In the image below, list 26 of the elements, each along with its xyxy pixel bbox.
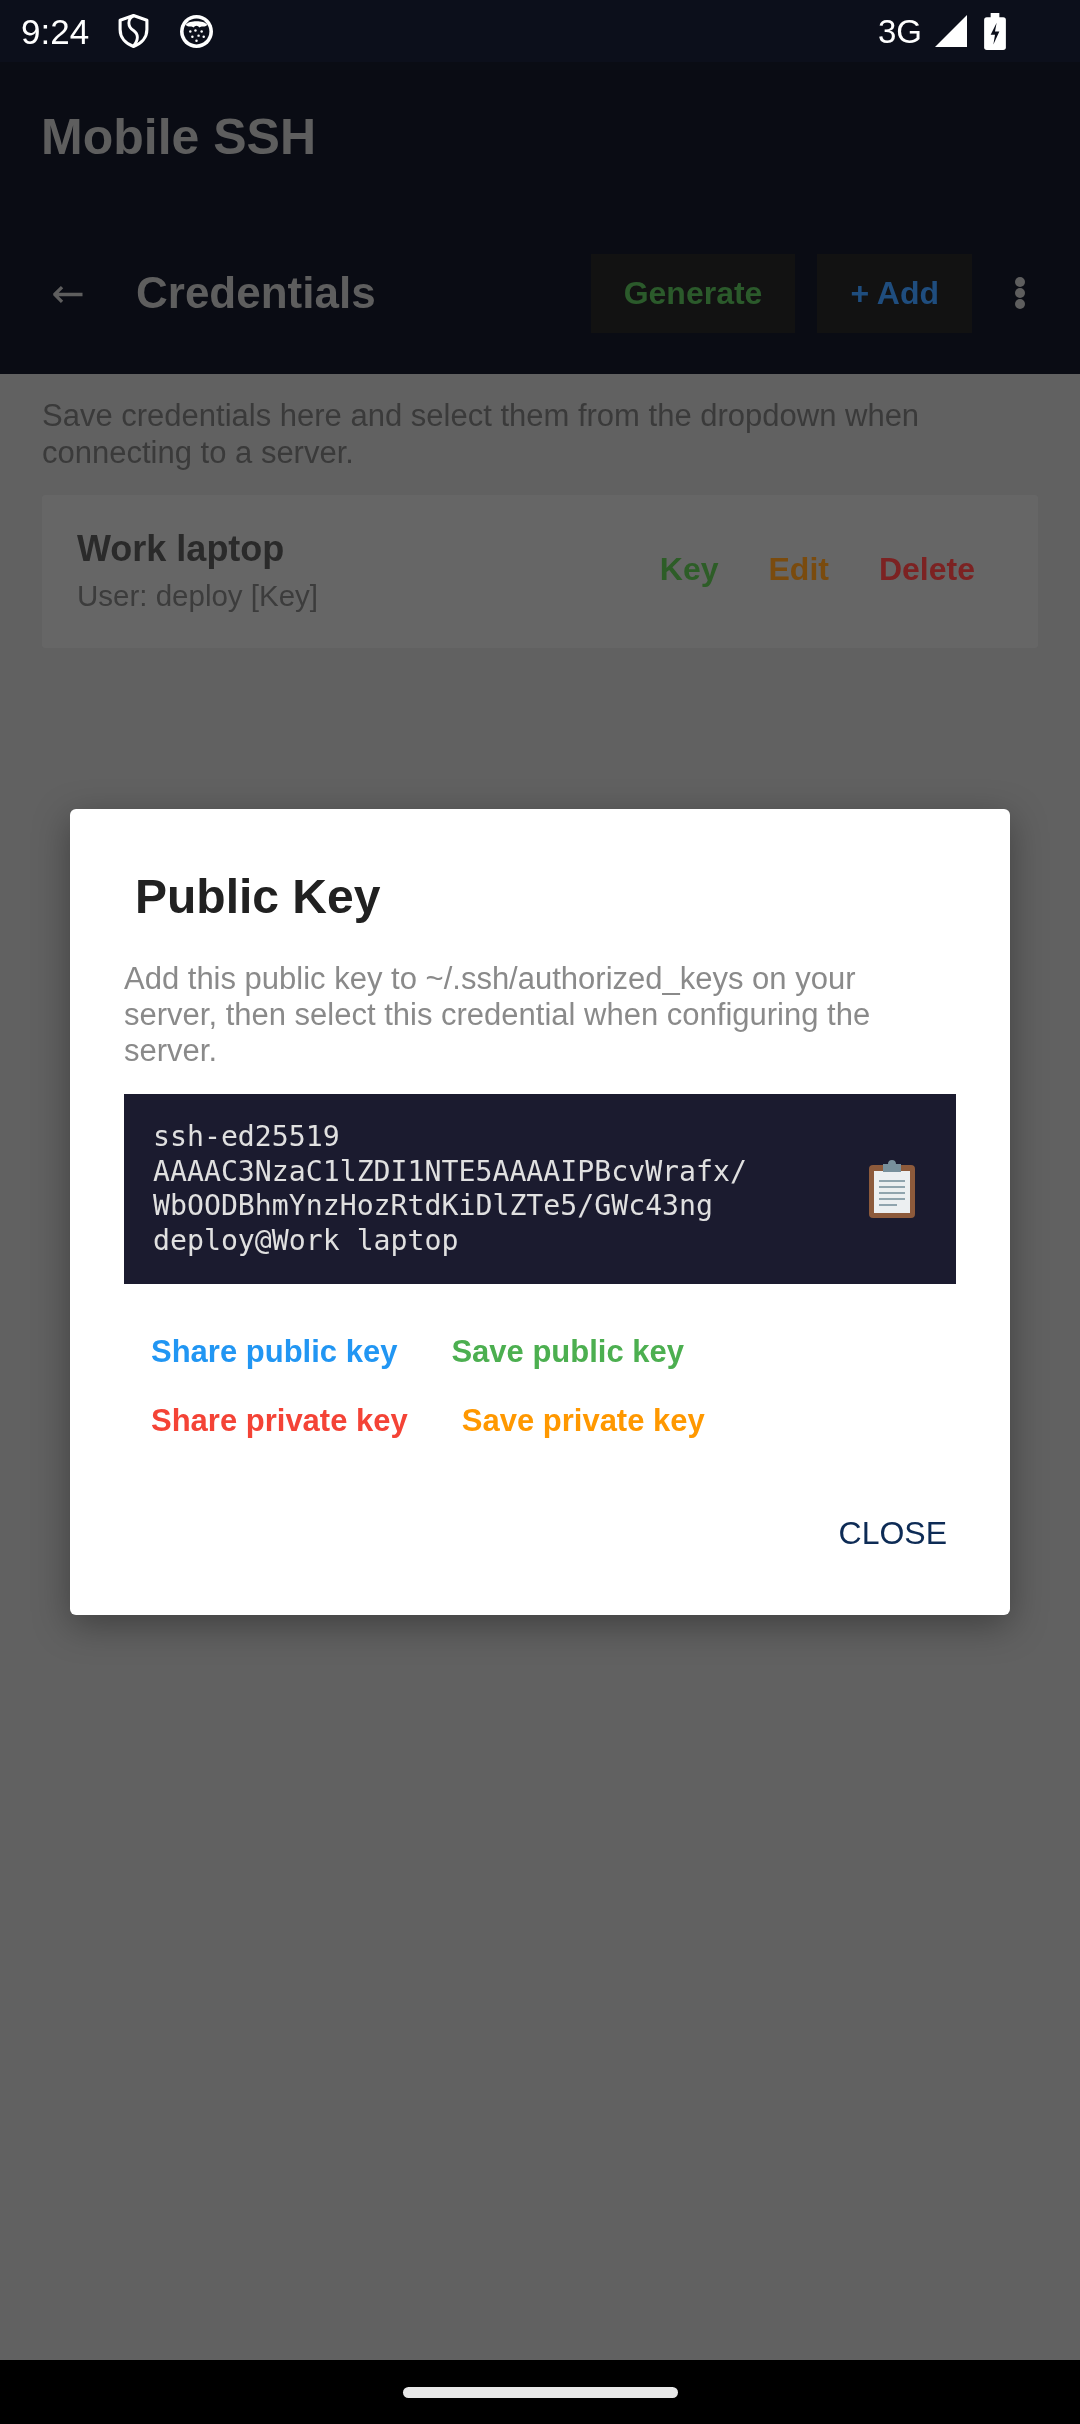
screen-title: Credentials: [136, 271, 376, 315]
dotted-circle-icon: [180, 14, 214, 48]
more-vertical-icon: [1015, 277, 1025, 309]
credential-action-button[interactable]: Delete: [853, 540, 1000, 597]
status-time: 9:24: [21, 13, 90, 49]
key-action-button[interactable]: Share private key: [124, 1386, 435, 1455]
dialog-message: Add this public key to ~/.ssh/authorized_keys on your server, then select this credential when configuring the server.: [124, 961, 872, 1069]
key-action-button[interactable]: Save public key: [424, 1317, 711, 1386]
key-action-button[interactable]: Share public key: [124, 1317, 425, 1386]
credential-action-button[interactable]: Key: [634, 540, 744, 597]
app-title: Mobile SSH: [41, 112, 317, 162]
back-button[interactable]: ←: [30, 255, 106, 331]
toolbar-button[interactable]: + Add: [817, 253, 972, 333]
network-type: 3G: [877, 14, 922, 48]
credential-action-button[interactable]: Edit: [743, 540, 854, 597]
key-action-button[interactable]: Save private key: [434, 1386, 732, 1455]
signal-icon: [935, 15, 967, 47]
close-button[interactable]: CLOSE: [822, 1497, 963, 1569]
battery-charging-icon: [984, 12, 1006, 50]
clipboard-icon[interactable]: [869, 1160, 915, 1218]
public-key-text: ssh-ed25519 AAAAC3NzaC1lZDI1NTE5AAAAIPBcvWrafx/WbOODBhmYnzHozRtdKiDlZTe5/GWc43ng deploy@Work laptop: [153, 1120, 748, 1258]
shield-icon: [118, 14, 150, 48]
toolbar-button[interactable]: Generate: [590, 253, 796, 333]
home-handle[interactable]: [402, 2386, 678, 2398]
credential-name: Work laptop: [77, 529, 286, 569]
dialog-title: Public Key: [134, 869, 382, 925]
